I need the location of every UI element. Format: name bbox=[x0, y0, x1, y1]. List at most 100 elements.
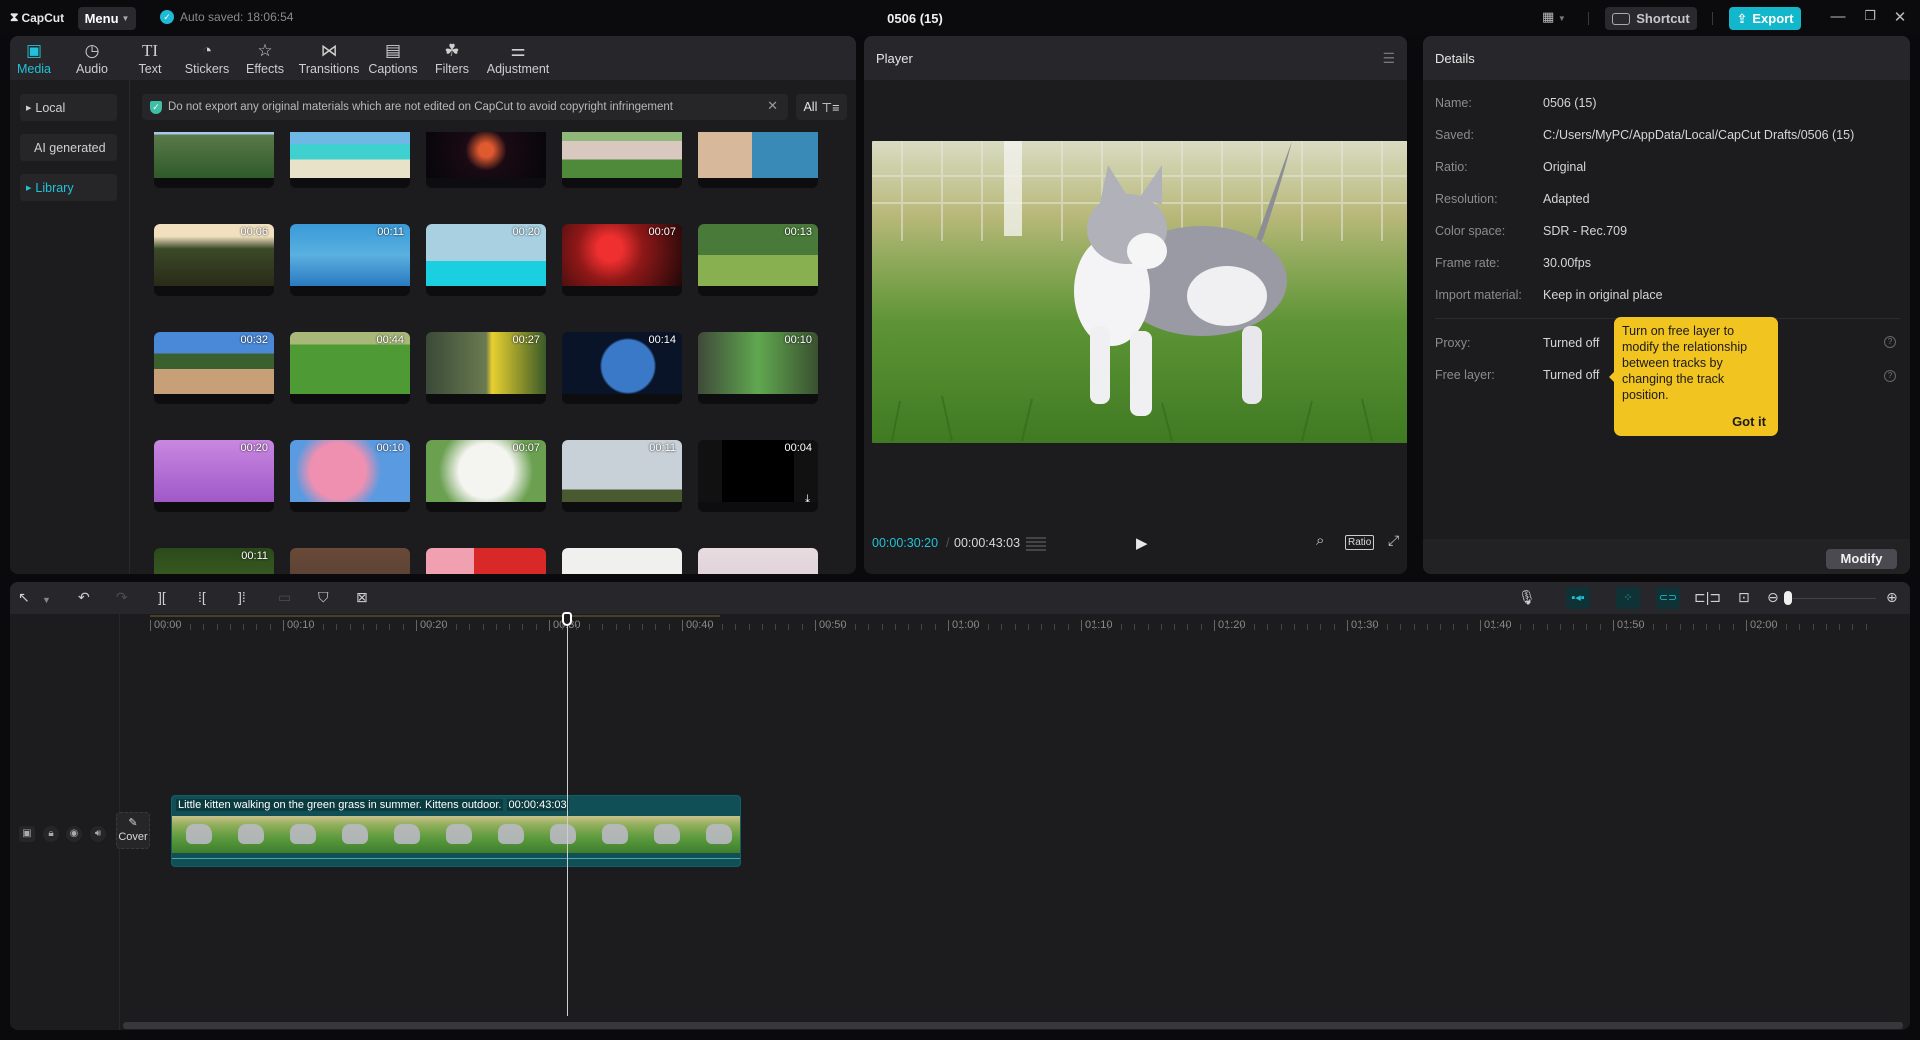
media-thumbnail[interactable] bbox=[698, 132, 818, 188]
media-thumbnail[interactable]: 00:07 bbox=[426, 440, 546, 512]
undo-icon[interactable]: ↶ bbox=[78, 589, 90, 605]
tab-audio[interactable]: ◷ Audio bbox=[74, 36, 110, 80]
fullscreen-icon[interactable]: ⤢ bbox=[1388, 532, 1399, 549]
restore-button[interactable]: ❐ bbox=[1860, 8, 1880, 24]
close-icon[interactable]: ✕ bbox=[767, 98, 778, 114]
media-thumbnail[interactable] bbox=[154, 132, 274, 188]
split-icon[interactable]: ][ bbox=[158, 589, 166, 605]
filter-button[interactable]: All ⊤≡ bbox=[796, 94, 847, 120]
zoom-slider[interactable] bbox=[1788, 598, 1876, 599]
zoom-slider-handle[interactable] bbox=[1784, 591, 1792, 605]
tab-stickers[interactable]: ◔ Stickers bbox=[182, 36, 232, 80]
media-thumbnail[interactable]: 00:11 bbox=[154, 548, 274, 574]
media-thumbnail[interactable]: 00:04 ⤓ bbox=[698, 440, 818, 512]
zoom-out-icon[interactable]: ⊖ bbox=[1767, 589, 1779, 605]
ruler-minor-tick bbox=[1041, 624, 1043, 630]
ruler-minor-tick bbox=[934, 624, 936, 630]
tab-filters[interactable]: ☘ Filters bbox=[432, 36, 472, 80]
adjustment-icon: ⚌ bbox=[510, 41, 526, 60]
layout-button[interactable]: ▦ ▼ bbox=[1542, 9, 1566, 25]
zoom-to-fit-icon[interactable]: ⊡ bbox=[1738, 589, 1750, 605]
media-thumbnail[interactable]: 00:32 bbox=[154, 332, 274, 404]
delete-right-icon[interactable]: ]⁞ bbox=[238, 589, 246, 605]
tab-transitions[interactable]: ⋈ Transitions bbox=[297, 36, 361, 80]
media-thumbnail[interactable]: 00:20 bbox=[426, 224, 546, 296]
got-it-button[interactable]: Got it bbox=[1732, 414, 1766, 430]
time-ruler[interactable]: 00:0000:1000:2000:3000:4000:5001:0001:10… bbox=[120, 614, 1910, 636]
media-thumbnail[interactable]: 00:06 bbox=[154, 224, 274, 296]
media-thumbnail[interactable]: 00:20 bbox=[154, 440, 274, 512]
modify-button[interactable]: Modify bbox=[1826, 549, 1897, 569]
media-thumbnail[interactable] bbox=[426, 548, 546, 574]
caret-right-icon: ▶ bbox=[26, 104, 32, 112]
clip-filmstrip bbox=[172, 816, 740, 853]
track-thumbnail-icon[interactable]: ▣ bbox=[19, 826, 35, 842]
minimize-button[interactable]: — bbox=[1828, 8, 1848, 25]
download-icon[interactable]: ⤓ bbox=[805, 493, 810, 506]
timeline-horizontal-scrollbar[interactable] bbox=[123, 1022, 1903, 1029]
media-thumbnail[interactable] bbox=[562, 132, 682, 188]
lock-icon[interactable]: 🔒︎ bbox=[43, 826, 59, 842]
main-track-magnet-icon[interactable]: ▪◂▪ bbox=[1566, 587, 1590, 609]
media-thumbnail[interactable]: 00:11 bbox=[562, 440, 682, 512]
tab-media[interactable]: ▣ Media bbox=[16, 36, 52, 80]
video-preview[interactable] bbox=[872, 141, 1407, 443]
help-icon[interactable]: ? bbox=[1884, 336, 1896, 348]
detail-key: Proxy: bbox=[1435, 336, 1471, 350]
sidebar-item-local[interactable]: ▶ Local bbox=[20, 94, 117, 121]
close-button[interactable]: ✕ bbox=[1890, 8, 1910, 26]
filmstrip-frame bbox=[186, 824, 212, 844]
tab-text[interactable]: TI Text bbox=[134, 36, 166, 80]
select-tool-icon[interactable]: ↖ bbox=[18, 589, 30, 605]
media-thumbnail[interactable]: 00:13 bbox=[698, 224, 818, 296]
proxy-toggle[interactable]: Turned off bbox=[1543, 336, 1599, 350]
linkage-icon[interactable]: ⊂⊃ bbox=[1656, 587, 1680, 609]
media-thumbnail[interactable]: 00:44 bbox=[290, 332, 410, 404]
media-thumbnail[interactable]: 00:14 bbox=[562, 332, 682, 404]
microphone-icon[interactable]: 🎙︎ bbox=[1518, 589, 1536, 605]
ruler-minor-tick bbox=[1027, 624, 1029, 630]
playhead-handle[interactable] bbox=[562, 612, 572, 626]
media-thumbnail[interactable] bbox=[698, 548, 818, 574]
help-icon[interactable]: ? bbox=[1884, 370, 1896, 382]
shortcut-button[interactable]: Shortcut bbox=[1605, 7, 1697, 30]
media-thumbnail[interactable]: 00:11 bbox=[290, 224, 410, 296]
media-thumbnail[interactable] bbox=[290, 132, 410, 188]
media-thumbnail[interactable] bbox=[426, 132, 546, 188]
ruler-minor-tick bbox=[349, 624, 351, 630]
ratio-button[interactable]: Ratio bbox=[1345, 535, 1375, 550]
sidebar-item-ai-generated[interactable]: AI generated bbox=[20, 134, 117, 161]
cover-button[interactable]: ✎ Cover bbox=[116, 812, 150, 849]
zoom-in-icon[interactable]: ⊕ bbox=[1886, 589, 1898, 605]
preview-axis-icon[interactable]: ⊏|⊐ bbox=[1694, 589, 1721, 605]
video-clip[interactable]: Little kitten walking on the green grass… bbox=[171, 795, 741, 867]
ruler-minor-tick bbox=[1134, 624, 1136, 630]
ruler-minor-tick bbox=[1493, 624, 1495, 630]
tab-adjustment[interactable]: ⚌ Adjustment bbox=[484, 36, 552, 80]
volume-icon[interactable]: 🔊︎ bbox=[90, 826, 106, 842]
marker-icon[interactable]: ⛉ bbox=[318, 589, 329, 605]
auto-cut-icon[interactable]: ⊠ bbox=[356, 589, 368, 605]
free-layer-toggle[interactable]: Turned off bbox=[1543, 368, 1599, 382]
tab-captions[interactable]: ▤ Captions bbox=[366, 36, 420, 80]
media-thumbnail[interactable] bbox=[562, 548, 682, 574]
auto-snap-icon[interactable]: ⁘ bbox=[1616, 587, 1640, 609]
kitten-frame bbox=[872, 141, 1407, 443]
media-thumbnail[interactable]: 00:07 bbox=[562, 224, 682, 296]
play-button[interactable]: ▶ bbox=[1136, 534, 1148, 552]
zoom-fit-icon[interactable]: ⌕ bbox=[1316, 532, 1324, 549]
menu-icon[interactable]: ☰ bbox=[1382, 50, 1395, 67]
playhead-line[interactable] bbox=[567, 614, 568, 1016]
eye-icon[interactable]: ◉ bbox=[66, 826, 82, 842]
media-thumbnail[interactable]: 00:27 bbox=[426, 332, 546, 404]
ruler-minor-tick bbox=[1825, 624, 1827, 630]
sidebar-item-library[interactable]: ▶ Library bbox=[20, 174, 117, 201]
chevron-down-icon[interactable]: ▼ bbox=[42, 592, 51, 608]
ruler-minor-tick bbox=[1679, 624, 1681, 630]
export-button[interactable]: ⇪ Export bbox=[1729, 7, 1801, 30]
media-thumbnail[interactable]: 00:10 bbox=[290, 440, 410, 512]
media-thumbnail[interactable]: 00:10 bbox=[698, 332, 818, 404]
media-thumbnail[interactable] bbox=[290, 548, 410, 574]
delete-left-icon[interactable]: ⁞[ bbox=[198, 589, 206, 605]
tab-effects[interactable]: ☆ Effects bbox=[244, 36, 286, 80]
